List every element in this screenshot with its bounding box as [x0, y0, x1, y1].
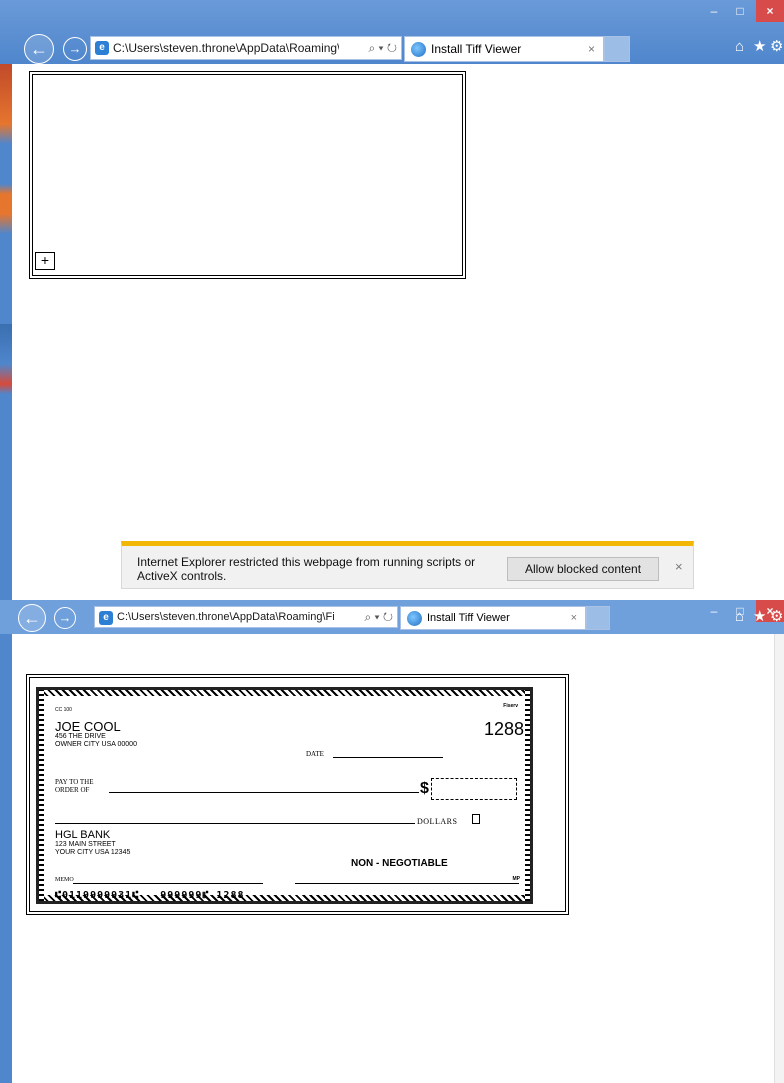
check-border-left [39, 690, 44, 901]
tiff-viewer-frame: CC 100 Fiserv JOE COOL 456 THE DRIVE OWN… [26, 674, 569, 915]
title-bar: – □ × ← → e C:\Users\steven.throne\AppDat… [0, 600, 784, 634]
memo-line [73, 883, 263, 884]
new-tab-button[interactable] [604, 36, 630, 62]
allow-blocked-content-button[interactable]: Allow blocked content [507, 557, 659, 581]
tab-close-icon[interactable]: × [571, 607, 577, 629]
tab-install-tiff-viewer[interactable]: Install Tiff Viewer × [404, 36, 604, 62]
address-bar[interactable]: e C:\Users\steven.throne\AppData\Roaming\… [90, 36, 402, 60]
date-label: DATE [306, 750, 324, 758]
forward-button[interactable]: → [54, 607, 76, 629]
favorites-icon[interactable]: ★ [753, 606, 766, 628]
dollars-label: DOLLARS [417, 817, 458, 826]
home-icon[interactable]: ⌂ [735, 606, 744, 628]
address-text: C:\Users\steven.throne\AppData\Roaming\F [113, 41, 339, 55]
address-text: C:\Users\steven.throne\AppData\Roaming\F… [117, 611, 335, 623]
mp-mark: MP [512, 876, 521, 882]
notification-close-icon[interactable]: × [675, 559, 683, 574]
order-of-text: ORDER OF [55, 786, 90, 794]
payee-line [109, 792, 419, 793]
ie-favicon-icon [411, 42, 426, 57]
check-form-code: CC 100 [55, 707, 72, 713]
tab-title: Install Tiff Viewer [431, 42, 522, 56]
payer-name: JOE COOL [55, 719, 121, 734]
maximize-button[interactable]: □ [728, 0, 752, 22]
micr-line: ⑆0119999931⑆ 999999⑈ 1288 [55, 890, 245, 901]
check-number: 1288 [483, 719, 524, 739]
home-icon[interactable]: ⌂ [735, 36, 744, 58]
pay-to-label: PAY TO THE ORDER OF [55, 778, 94, 794]
new-tab-button[interactable] [586, 606, 610, 630]
date-line [333, 757, 443, 758]
non-negotiable-label: NON - NEGOTIABLE [351, 858, 448, 869]
signature-line [295, 883, 519, 884]
bank-address-2: YOUR CITY USA 12345 [55, 849, 131, 856]
payer-address-2: OWNER CITY USA 00000 [55, 741, 137, 748]
search-refresh-icons[interactable]: ⌕ ▾ ↻ [368, 37, 397, 59]
address-bar[interactable]: e C:\Users\steven.throne\AppData\Roaming\… [94, 606, 398, 628]
back-button[interactable]: ← [24, 34, 54, 64]
check-image: CC 100 Fiserv JOE COOL 456 THE DRIVE OWN… [36, 687, 533, 904]
forward-button[interactable]: → [63, 37, 87, 61]
tab-title: Install Tiff Viewer [427, 612, 510, 624]
pay-to-text: PAY TO THE [55, 778, 94, 786]
search-refresh-icons[interactable]: ⌕ ▾ ↻ [364, 607, 393, 627]
minimize-button[interactable]: – [702, 600, 726, 622]
vertical-scrollbar[interactable] [774, 634, 784, 1083]
tools-gear-icon[interactable]: ⚙ [770, 36, 783, 58]
notification-bar: Internet Explorer restricted this webpag… [121, 541, 694, 589]
activex-frame-inner: + [32, 74, 463, 276]
activex-frame: + [29, 71, 466, 279]
bank-address-1: 123 MAIN STREET [55, 841, 116, 848]
memo-label: MEMO [55, 877, 74, 883]
ie-favicon-icon [407, 611, 422, 626]
desktop-edge [0, 634, 12, 1083]
desktop-edge [0, 64, 12, 600]
notification-message: Internet Explorer restricted this webpag… [137, 555, 476, 583]
favorites-icon[interactable]: ★ [753, 36, 766, 58]
blocked-plugin-placeholder-icon[interactable]: + [35, 252, 55, 270]
payer-address-1: 456 THE DRIVE [55, 733, 106, 740]
close-window-button[interactable]: × [756, 0, 784, 22]
tiff-viewer-inner: CC 100 Fiserv JOE COOL 456 THE DRIVE OWN… [29, 677, 566, 912]
amount-words-line [55, 823, 415, 824]
tab-close-icon[interactable]: × [588, 37, 595, 61]
amount-box [431, 778, 517, 800]
fiserv-logo: Fiserv [503, 703, 518, 709]
ie-page-icon: e [95, 41, 109, 55]
title-bar: – □ × ← → e C:\Users\steven.throne\AppDat… [0, 0, 784, 64]
back-button[interactable]: ← [18, 604, 46, 632]
ie-page-icon: e [99, 611, 113, 625]
minimize-button[interactable]: – [702, 0, 726, 22]
tab-install-tiff-viewer[interactable]: Install Tiff Viewer × [400, 606, 586, 630]
security-lock-icon [472, 814, 480, 824]
check-border-right [525, 690, 530, 901]
bank-name: HGL BANK [55, 829, 111, 841]
check-border-top [39, 690, 530, 696]
dollar-sign: $ [420, 780, 429, 797]
tools-gear-icon[interactable]: ⚙ [770, 606, 783, 628]
